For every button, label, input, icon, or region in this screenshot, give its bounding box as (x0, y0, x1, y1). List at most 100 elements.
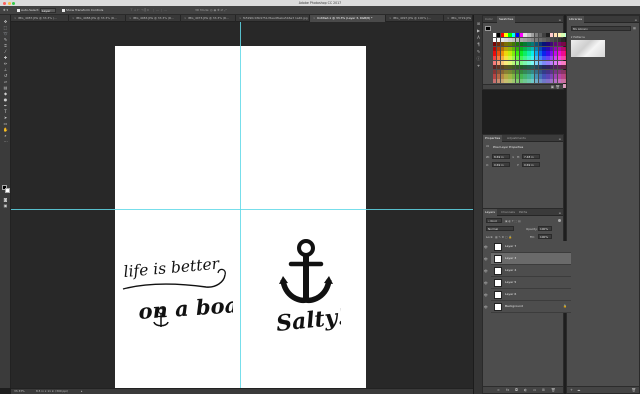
path-select-tool-icon[interactable]: ➤ (3, 115, 8, 120)
background-color-swatch[interactable] (4, 187, 10, 193)
clone-stamp-tool-icon[interactable]: ⊥ (3, 67, 8, 72)
library-selector[interactable]: My Library (571, 26, 631, 31)
blend-mode-dropdown[interactable]: Normal (486, 226, 514, 231)
panel-menu-icon[interactable]: ≡ (558, 137, 561, 141)
quick-mask-icon[interactable]: ◙ (3, 197, 8, 202)
filter-toggle-icon[interactable] (558, 219, 561, 222)
close-tab-icon[interactable]: × (129, 16, 131, 20)
tab-color[interactable]: Color (483, 16, 495, 23)
cloud-icon[interactable]: ☁ (577, 388, 581, 392)
close-tab-icon[interactable]: × (313, 16, 315, 20)
document-tab[interactable]: × IMG_4087.JPG @ 33.3% (... (11, 15, 69, 22)
layer-row[interactable]: 👁 Layer 6 (484, 289, 571, 301)
adjustment-layer-icon[interactable]: ◐ (524, 388, 527, 392)
info-panel-icon[interactable]: ⓘ (476, 56, 481, 61)
document-tab[interactable]: × IMG_4097.JPG @ 100% (... (386, 15, 444, 22)
actions-panel-icon[interactable]: ▶ (476, 28, 481, 33)
view-toggle-icon[interactable]: ▦ (633, 26, 636, 30)
close-tab-icon[interactable]: × (389, 16, 391, 20)
layer-row[interactable]: 👁 Background 🔒 (484, 301, 571, 313)
align-icons[interactable]: ⊤ ⊥ ⊢ ⊣ ║ ═ ⋮ ⋯ ⋮ ⋯ (130, 8, 167, 13)
type-tool-icon[interactable]: T (3, 109, 8, 114)
lock-icons[interactable]: ▦ ✎ ✥ ▢ 🔒 (495, 235, 512, 239)
mode-3d-icons[interactable]: ◎ ◉ ✥ ⇄ ⤢ (210, 8, 226, 13)
blur-tool-icon[interactable]: ◆ (3, 91, 8, 96)
close-tab-icon[interactable]: × (14, 16, 16, 20)
visibility-eye-icon[interactable]: 👁 (484, 305, 488, 309)
dodge-tool-icon[interactable]: ● (3, 97, 8, 102)
more-tools-icon[interactable]: ⋯ (3, 139, 8, 144)
character-panel-icon[interactable]: A (476, 35, 481, 40)
add-mask-icon[interactable]: ◘ (515, 388, 518, 392)
visibility-eye-icon[interactable]: 👁 (484, 257, 488, 261)
tab-paths[interactable]: Paths (517, 209, 529, 216)
navigator-panel-icon[interactable]: ⌖ (476, 63, 481, 68)
layer-row[interactable]: 👁 Layer 7 (484, 241, 571, 253)
x-field[interactable]: 0.69 in (492, 162, 510, 167)
canvas-area[interactable]: life is better on a boat Salty! (11, 22, 473, 388)
hand-tool-icon[interactable]: ✋ (3, 127, 8, 132)
document-tab[interactable]: × IMG_4073.JPG @ 33.3% (R... (181, 15, 236, 22)
marquee-tool-icon[interactable]: ⬚ (3, 25, 8, 30)
visibility-eye-icon[interactable]: 👁 (484, 281, 488, 285)
link-layers-icon[interactable]: ∞ (497, 388, 500, 392)
zoom-tool-icon[interactable]: ⌕ (3, 133, 8, 138)
lasso-tool-icon[interactable]: ➰ (3, 31, 8, 36)
close-tab-icon[interactable]: × (72, 16, 74, 20)
panel-menu-icon[interactable]: ≡ (634, 18, 637, 22)
fill-field[interactable]: 100% (538, 234, 552, 239)
visibility-eye-icon[interactable]: 👁 (484, 293, 488, 297)
panel-menu-icon[interactable]: ≡ (558, 211, 561, 215)
tab-libraries[interactable]: Libraries (567, 16, 584, 23)
pen-tool-icon[interactable]: ✒ (3, 103, 8, 108)
eraser-tool-icon[interactable]: ▱ (3, 79, 8, 84)
zoom-level[interactable]: 33.33% (14, 389, 25, 394)
close-tab-icon[interactable]: × (447, 16, 449, 20)
document-tab[interactable]: × IMG_4088.JPG @ 33.3% (R... (69, 15, 126, 22)
auto-select-checkbox[interactable]: Auto-Select: (17, 8, 39, 13)
height-field[interactable]: 7.48 in (522, 154, 540, 159)
healing-brush-tool-icon[interactable]: ✚ (3, 55, 8, 60)
close-tab-icon[interactable]: × (184, 16, 186, 20)
gradient-tool-icon[interactable]: ▤ (3, 85, 8, 90)
add-content-icon[interactable]: + (570, 388, 573, 392)
width-field[interactable]: 8.69 in (492, 154, 510, 159)
new-swatch-icon[interactable]: ▣ (551, 85, 554, 89)
trash-icon[interactable]: 🗑 (632, 388, 636, 392)
tab-swatches[interactable]: Swatches (497, 16, 516, 23)
move-tool-icon[interactable]: ✥ ▾ (3, 8, 8, 13)
visibility-eye-icon[interactable]: 👁 (484, 269, 488, 273)
screen-mode-icon[interactable]: ▣ (3, 203, 8, 208)
new-group-icon[interactable]: ▭ (533, 388, 536, 392)
document-tab-active[interactable]: × Untitled-1 @ 33.3% (Layer 3, RGB/8) * (310, 15, 386, 22)
opacity-field[interactable]: 100% (538, 226, 552, 231)
document-tab[interactable]: × IMG_4083.JPG @ 33.3% (R... (126, 15, 181, 22)
document-tab[interactable]: × fb5990c03b9751d5ea4fbeba5b6a3 1a40.jpg (236, 15, 310, 22)
layer-style-icon[interactable]: fx (506, 388, 509, 392)
layer-row[interactable]: 👁 Layer 5 (484, 277, 571, 289)
visibility-eye-icon[interactable]: 👁 (484, 245, 488, 249)
status-menu-arrow-icon[interactable]: ▸ (81, 389, 82, 394)
new-layer-icon[interactable]: ⊞ (542, 388, 545, 392)
pattern-thumbnail[interactable] (571, 40, 605, 57)
tab-properties[interactable]: Properties (483, 135, 503, 142)
close-tab-icon[interactable]: × (239, 16, 241, 20)
layer-filter-icons[interactable]: ▣ ◐ T ⬚ ▤ (505, 219, 521, 223)
document-tab[interactable]: × IMG_3729.JPG (444, 15, 473, 22)
shape-tool-icon[interactable]: ▭ (3, 121, 8, 126)
document-size[interactable]: 8.5 in x 11 in (300 ppi) (36, 389, 68, 394)
move-tool-icon[interactable]: ✥ (3, 19, 8, 24)
link-icon[interactable]: ∞ (512, 155, 514, 159)
tab-adjustments[interactable]: Adjustments (505, 135, 528, 142)
vertical-guide[interactable] (240, 22, 241, 388)
auto-select-dropdown[interactable]: Layer (40, 8, 56, 13)
brush-panel-icon[interactable]: ✎ (476, 49, 481, 54)
swatch-grid[interactable] (485, 26, 569, 88)
filter-kind-dropdown[interactable]: ⌕ Kind (486, 218, 502, 223)
layer-row[interactable]: 👁 Layer 4 (484, 265, 571, 277)
layer-row-selected[interactable]: 👁 Layer 3 (484, 253, 571, 265)
history-panel-icon[interactable]: ⊞ (476, 21, 481, 26)
quick-select-tool-icon[interactable]: ✎ (3, 37, 8, 42)
trash-icon[interactable]: 🗑 (556, 85, 560, 89)
crop-tool-icon[interactable]: ⌗ (3, 43, 8, 48)
